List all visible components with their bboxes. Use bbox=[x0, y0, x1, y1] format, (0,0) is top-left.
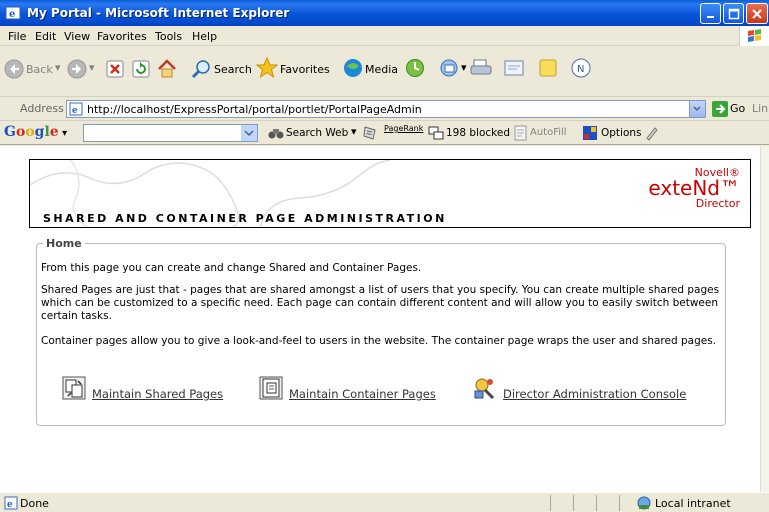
menu-file[interactable]: File bbox=[8, 30, 26, 43]
novell-extend-logo: Novell® exteNd™ Director bbox=[648, 166, 740, 210]
popup-blocked-count[interactable]: 198 blocked bbox=[446, 127, 510, 139]
google-search-input[interactable] bbox=[83, 124, 258, 142]
back-dropdown-icon[interactable]: ▾ bbox=[55, 61, 61, 74]
svg-text:N: N bbox=[577, 64, 584, 75]
address-dropdown-icon[interactable] bbox=[689, 101, 705, 117]
news-icon[interactable] bbox=[362, 125, 378, 141]
internet-explorer-icon: e bbox=[5, 6, 21, 20]
autofill-button[interactable]: AutoFill bbox=[530, 127, 567, 138]
links-label[interactable]: Links bbox=[752, 102, 769, 115]
highlight-pen-icon[interactable] bbox=[644, 125, 660, 141]
refresh-icon[interactable] bbox=[132, 60, 150, 78]
page-banner: SHARED AND CONTAINER PAGE ADMINISTRATION… bbox=[29, 159, 751, 228]
stop-icon[interactable] bbox=[106, 60, 124, 78]
status-divider bbox=[596, 495, 597, 511]
page-icon: e bbox=[69, 102, 83, 116]
browser-content: SHARED AND CONTAINER PAGE ADMINISTRATION… bbox=[0, 146, 764, 492]
director-admin-console-label[interactable]: Director Administration Console bbox=[503, 387, 686, 401]
forward-icon[interactable] bbox=[67, 59, 87, 79]
page-title: SHARED AND CONTAINER PAGE ADMINISTRATION bbox=[43, 212, 447, 225]
home-section: Home From this page you can create and c… bbox=[36, 237, 726, 426]
shared-pages-description: Shared Pages are just that - pages that … bbox=[41, 284, 720, 322]
address-input[interactable]: e http://localhost/ExpressPortal/portal/… bbox=[66, 100, 706, 118]
address-bar: Address e http://localhost/ExpressPortal… bbox=[0, 97, 769, 121]
home-legend: Home bbox=[43, 237, 85, 250]
windows-logo-icon bbox=[739, 26, 769, 46]
maintain-shared-pages-label[interactable]: Maintain Shared Pages bbox=[92, 387, 223, 401]
menu-tools[interactable]: Tools bbox=[155, 30, 182, 43]
status-divider bbox=[550, 495, 551, 511]
search-button-label[interactable]: Search bbox=[214, 63, 252, 76]
shared-pages-icon bbox=[62, 376, 86, 400]
address-url: http://localhost/ExpressPortal/portal/po… bbox=[87, 103, 422, 116]
vertical-scrollbar[interactable] bbox=[760, 146, 769, 492]
forward-dropdown-icon[interactable]: ▾ bbox=[89, 61, 95, 74]
history-icon[interactable] bbox=[405, 58, 425, 78]
google-toolbar: Google ▾ Search Web ▾ PageRank 198 block… bbox=[0, 121, 769, 145]
close-icon bbox=[752, 9, 762, 19]
menu-help[interactable]: Help bbox=[192, 30, 217, 43]
admin-console-icon bbox=[474, 378, 495, 400]
mail-dropdown-icon[interactable]: ▾ bbox=[461, 61, 467, 74]
minimize-button[interactable] bbox=[700, 3, 721, 24]
favorites-icon[interactable] bbox=[256, 57, 278, 79]
intro-text: From this page you can create and change… bbox=[41, 262, 422, 274]
mail-icon[interactable] bbox=[440, 58, 462, 78]
autofill-icon bbox=[514, 125, 527, 141]
status-divider bbox=[619, 495, 620, 511]
discuss-icon[interactable] bbox=[538, 58, 560, 78]
search-icon[interactable] bbox=[191, 59, 211, 79]
page-status-icon: e bbox=[4, 496, 18, 510]
minimize-icon bbox=[707, 16, 714, 18]
go-button-label[interactable]: Go bbox=[730, 102, 745, 115]
search-web-dropdown-icon[interactable]: ▾ bbox=[351, 125, 357, 138]
container-pages-icon bbox=[259, 376, 283, 400]
messenger-icon[interactable]: N bbox=[570, 57, 592, 79]
options-icon[interactable] bbox=[582, 125, 598, 141]
home-icon[interactable] bbox=[156, 58, 178, 80]
edit-icon[interactable] bbox=[503, 58, 525, 78]
close-button[interactable] bbox=[746, 3, 768, 24]
maintain-container-pages-label[interactable]: Maintain Container Pages bbox=[289, 387, 436, 401]
brand-extend: exteNd™ bbox=[648, 176, 740, 200]
container-pages-description: Container pages allow you to give a look… bbox=[41, 335, 717, 347]
back-icon[interactable] bbox=[4, 59, 24, 79]
popup-blocker-icon[interactable] bbox=[428, 125, 444, 141]
search-web-button[interactable]: Search Web bbox=[286, 127, 348, 139]
google-search-dropdown-icon[interactable] bbox=[241, 125, 257, 141]
favorites-button-label[interactable]: Favorites bbox=[280, 63, 330, 76]
address-label: Address bbox=[20, 102, 64, 115]
back-button-label[interactable]: Back bbox=[26, 63, 53, 76]
media-icon[interactable] bbox=[343, 58, 363, 78]
google-logo[interactable]: Google ▾ bbox=[4, 124, 67, 140]
menu-bar: File Edit View Favorites Tools Help bbox=[0, 26, 769, 46]
menu-view[interactable]: View bbox=[64, 30, 90, 43]
security-zone: Local intranet bbox=[655, 497, 731, 510]
pagerank-label[interactable]: PageRank bbox=[384, 124, 423, 133]
options-button[interactable]: Options bbox=[601, 127, 642, 139]
svg-text:e: e bbox=[72, 106, 78, 116]
status-divider bbox=[573, 495, 574, 511]
menu-edit[interactable]: Edit bbox=[35, 30, 56, 43]
maximize-button[interactable] bbox=[723, 3, 744, 24]
status-text: Done bbox=[20, 497, 49, 510]
window-title: My Portal - Microsoft Internet Explorer bbox=[27, 6, 290, 20]
svg-text:e: e bbox=[7, 500, 13, 510]
status-bar: e Done Local intranet bbox=[0, 492, 769, 512]
standard-toolbar: Back ▾ ▾ Search Favorites Media ▾ N bbox=[0, 47, 769, 97]
binoculars-icon[interactable] bbox=[268, 125, 284, 141]
svg-text:e: e bbox=[9, 9, 15, 20]
media-button-label[interactable]: Media bbox=[365, 63, 398, 76]
window-title-bar[interactable]: e My Portal - Microsoft Internet Explore… bbox=[0, 0, 769, 26]
go-arrow-icon[interactable] bbox=[712, 101, 728, 117]
maximize-icon bbox=[728, 8, 740, 20]
local-intranet-icon bbox=[637, 496, 651, 510]
print-icon[interactable] bbox=[470, 58, 492, 78]
menu-favorites[interactable]: Favorites bbox=[97, 30, 147, 43]
